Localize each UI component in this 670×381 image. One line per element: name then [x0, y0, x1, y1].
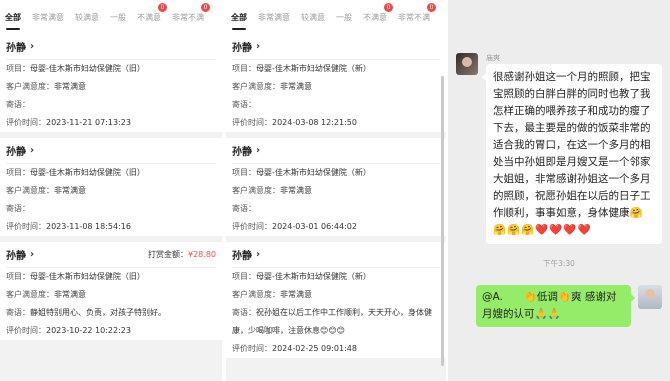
- time-row: 评价时间：2024-03-08 12:21:50: [232, 118, 357, 127]
- chevron-right-icon: ›: [256, 249, 261, 260]
- review-panel-middle: 全部 非常满意 较满意 一般 不满意 0 非常不满 0 孙静 › 项目：母婴-佳木斯…: [226, 0, 446, 381]
- outgoing-message-text: @A. 👏低调👏爽 感谢对月嫂的认可🙏🙏: [482, 291, 617, 320]
- time-row: 评价时间：2023-11-08 18:54:16: [6, 222, 131, 231]
- reviewer-name: 孙静: [6, 147, 26, 158]
- time-row: 评价时间：2024-03-01 06:44:02: [232, 222, 357, 231]
- filter-tabs: 全部 非常满意 较满意 一般 不满意 0 非常不满 0: [0, 0, 222, 34]
- time-row: 评价时间：2023-10-22 10:22:23: [6, 326, 131, 335]
- count-badge: 0: [158, 2, 167, 12]
- time-row: 评价时间：2024-02-25 09:01:48: [232, 344, 357, 353]
- satisfaction-row: 客户满意度：非常满意: [6, 82, 86, 91]
- reviewer-name: 孙静: [232, 43, 252, 54]
- count-badge: 0: [427, 2, 436, 12]
- incoming-message-text: 很感谢孙姐这一个月的照顾，把宝宝照顾的白胖白胖的同时也教了我怎样正确的喂养孩子和…: [493, 71, 651, 219]
- reviewer-link[interactable]: 孙静 ›: [232, 242, 440, 268]
- outgoing-message: @A. 👏低调👏爽 感谢对月嫂的认可🙏🙏: [476, 285, 635, 327]
- satisfaction-row: 客户满意度：非常满意: [232, 290, 312, 299]
- reviewer-link[interactable]: 孙静 ›: [232, 138, 440, 164]
- reviewer-name: 孙静: [232, 147, 252, 158]
- message-row: 寄语：: [232, 204, 256, 213]
- reviewer-name: 孙静: [6, 43, 26, 54]
- review-card: 孙静 › 项目：母婴-佳木斯市妇幼保健院（新） 客户满意度：非常满意 寄语： 评…: [226, 138, 446, 236]
- count-badge: 0: [201, 2, 210, 12]
- reviewer-link[interactable]: 孙静 ›: [6, 34, 216, 60]
- satisfaction-row: 客户满意度：非常满意: [6, 186, 86, 195]
- tab-very-satisfied[interactable]: 非常满意: [258, 12, 290, 23]
- sender-name: 庙爽: [486, 54, 500, 62]
- message-time: 下午3:30: [543, 259, 575, 268]
- reviewer-name: 孙静: [232, 251, 252, 262]
- reviewer-name: 孙静: [6, 251, 26, 262]
- reviewer-link[interactable]: 孙静 ›: [6, 138, 216, 164]
- chat-area: 庙爽 很感谢孙姐这一个月的照顾，把宝宝照顾的白胖白胖的同时也教了我怎样正确的喂养…: [448, 0, 670, 381]
- incoming-message: 很感谢孙姐这一个月的照顾，把宝宝照顾的白胖白胖的同时也教了我怎样正确的喂养孩子和…: [482, 64, 662, 244]
- tab-dissatisfied[interactable]: 不满意 0: [363, 2, 393, 23]
- project-row: 项目：母婴-佳木斯市妇幼保健院（旧）: [6, 272, 145, 281]
- chevron-right-icon: ›: [30, 249, 35, 260]
- project-row: 项目：母婴-佳木斯市妇幼保健院（旧）: [6, 168, 145, 177]
- review-card: 孙静 › 项目：母婴-佳木斯市妇幼保健院（旧） 客户满意度：非常满意 寄语： 评…: [0, 34, 222, 132]
- tab-satisfied[interactable]: 较满意: [75, 12, 99, 23]
- reviewer-link[interactable]: 孙静 › 打赏金额：¥28.80: [6, 242, 216, 268]
- tab-dissatisfied[interactable]: 不满意 0: [137, 2, 167, 23]
- project-row: 项目：母婴-佳木斯市妇幼保健院（新）: [232, 272, 371, 281]
- count-badge: 0: [384, 2, 393, 12]
- project-row: 项目：母婴-佳木斯市妇幼保健院（旧）: [6, 64, 145, 73]
- message-row-continued: 康，少喝咖啡，注意休息😊😊😊: [232, 326, 346, 335]
- scrollbar[interactable]: [441, 76, 444, 366]
- review-card: 孙静 › 项目：母婴-佳木斯市妇幼保健院（新） 客户满意度：非常满意 寄语：祝孙…: [226, 242, 446, 358]
- chevron-right-icon: ›: [30, 41, 35, 52]
- satisfaction-row: 客户满意度：非常满意: [232, 82, 312, 91]
- chevron-right-icon: ›: [256, 145, 261, 156]
- tab-very-dissatisfied[interactable]: 非常不满 0: [398, 2, 436, 23]
- message-row: 寄语：: [232, 100, 256, 109]
- tab-very-satisfied[interactable]: 非常满意: [32, 12, 64, 23]
- message-row: 寄语：祝孙姐在以后工作中工作顺利，天天开心，身体健: [232, 308, 432, 317]
- time-row: 评价时间：2023-11-21 07:13:23: [6, 118, 131, 127]
- message-row: 寄语：: [6, 100, 30, 109]
- chevron-right-icon: ›: [30, 145, 35, 156]
- review-card: 孙静 › 项目：母婴-佳木斯市妇幼保健院（新） 客户满意度：非常满意 寄语： 评…: [226, 34, 446, 132]
- tab-all[interactable]: 全部: [5, 12, 21, 30]
- tab-all[interactable]: 全部: [231, 12, 247, 30]
- satisfaction-row: 客户满意度：非常满意: [232, 186, 312, 195]
- satisfaction-row: 客户满意度：非常满意: [6, 290, 86, 299]
- tab-satisfied[interactable]: 较满意: [301, 12, 325, 23]
- review-card: 孙静 › 打赏金额：¥28.80 项目：母婴-佳木斯市妇幼保健院（旧） 客户满意…: [0, 242, 222, 340]
- reviewer-link[interactable]: 孙静 ›: [232, 34, 440, 60]
- message-row: 寄语：静姐特别用心、负责，对孩子特别好。: [6, 308, 166, 317]
- tab-average[interactable]: 一般: [110, 12, 126, 23]
- project-row: 项目：母婴-佳木斯市妇幼保健院（新）: [232, 168, 371, 177]
- filter-tabs: 全部 非常满意 较满意 一般 不满意 0 非常不满 0: [226, 0, 446, 34]
- chevron-right-icon: ›: [256, 41, 261, 52]
- reward-amount: 打赏金额：¥28.80: [148, 250, 216, 259]
- avatar: [638, 285, 662, 309]
- avatar: [456, 53, 478, 75]
- review-card: 孙静 › 项目：母婴-佳木斯市妇幼保健院（旧） 客户满意度：非常满意 寄语： 评…: [0, 138, 222, 236]
- tab-very-dissatisfied[interactable]: 非常不满 0: [172, 2, 210, 23]
- tab-average[interactable]: 一般: [336, 12, 352, 23]
- message-row: 寄语：: [6, 204, 30, 213]
- project-row: 项目：母婴-佳木斯市妇幼保健院（新）: [232, 64, 371, 73]
- review-panel-left: 全部 非常满意 较满意 一般 不满意 0 非常不满 0 孙静 › 项目：母婴-佳木斯…: [0, 0, 222, 381]
- chat-panel: 庙爽 很感谢孙姐这一个月的照顾，把宝宝照顾的白胖白胖的同时也教了我怎样正确的喂养…: [448, 0, 670, 381]
